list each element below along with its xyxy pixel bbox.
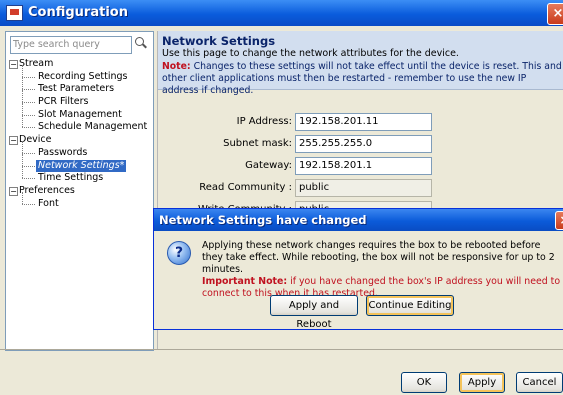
dialog-message: Applying these network changes requires …: [202, 240, 562, 300]
tree-item-test-parameters[interactable]: Test Parameters: [8, 77, 152, 96]
gateway-row: Gateway: 192.158.201.1: [158, 157, 563, 175]
note-label: Note:: [162, 61, 191, 72]
page-title: Network Settings: [162, 34, 276, 48]
collapse-icon[interactable]: −: [9, 186, 18, 196]
tree-item-label: PCR Filters: [38, 96, 89, 108]
window-close-icon[interactable]: ×: [547, 3, 563, 25]
continue-editing-button[interactable]: Continue Editing: [366, 295, 454, 316]
tree-item-label: Device: [19, 134, 52, 146]
tree-item-device[interactable]: − Device: [8, 134, 152, 147]
button-bar-divider: [0, 349, 563, 350]
dialog-title: Network Settings have changed: [159, 213, 367, 227]
tree-item-time-settings[interactable]: Time Settings: [8, 166, 152, 185]
note-text: Changes to these settings will not take …: [162, 61, 562, 96]
tree-item-label: Preferences: [19, 184, 75, 196]
tree-item-label: Test Parameters: [38, 83, 115, 95]
tree-item-label: Slot Management: [38, 108, 122, 120]
subnet-mask-label: Subnet mask:: [223, 138, 292, 149]
cancel-button[interactable]: Cancel: [516, 372, 563, 393]
dialog-close-icon[interactable]: ×: [555, 211, 563, 230]
dialog-titlebar: Network Settings have changed ×: [154, 209, 563, 231]
tree-item-label: Time Settings: [38, 172, 104, 184]
settings-tree: − Stream Recording Settings Test Paramet…: [8, 58, 152, 210]
subnet-mask-field[interactable]: 255.255.255.0: [295, 135, 432, 153]
apply-button[interactable]: Apply: [459, 372, 505, 393]
collapse-icon[interactable]: −: [9, 136, 18, 146]
read-community-field[interactable]: public: [295, 179, 432, 197]
dialog-message-text: Applying these network changes requires …: [202, 240, 555, 275]
page-note: Note: Changes to these settings will not…: [162, 61, 562, 97]
tree-item-stream[interactable]: − Stream: [8, 58, 152, 71]
tree-item-network-settings[interactable]: Network Settings*: [8, 153, 152, 173]
ip-address-label: IP Address:: [236, 116, 292, 127]
tree-item-pcr-filters[interactable]: PCR Filters: [8, 90, 152, 109]
settings-tree-panel: Type search query − Stream Recording Set…: [5, 31, 154, 351]
tree-item-label: Recording Settings: [38, 70, 128, 82]
tree-item-recording-settings[interactable]: Recording Settings: [8, 64, 152, 84]
tree-item-label: Stream: [19, 58, 54, 69]
tree-item-label: Schedule Management: [38, 121, 148, 133]
search-icon[interactable]: [134, 36, 148, 52]
ip-address-field[interactable]: 192.158.201.11: [295, 113, 432, 131]
read-community-label: Read Community :: [199, 182, 292, 193]
question-icon: ?: [167, 241, 191, 265]
tree-item-schedule-management[interactable]: Schedule Management: [8, 115, 152, 134]
collapse-icon[interactable]: −: [9, 60, 18, 69]
page-description: Use this page to change the network attr…: [162, 48, 459, 59]
tree-item-label: Passwords: [38, 146, 88, 158]
read-community-row: Read Community : public: [158, 179, 563, 197]
ip-address-row: IP Address: 192.158.201.11: [158, 113, 563, 131]
page-header: Network Settings Use this page to change…: [158, 31, 563, 96]
gateway-field[interactable]: 192.158.201.1: [295, 157, 432, 175]
apply-and-reboot-button[interactable]: Apply and Reboot: [270, 295, 358, 330]
important-note-label: Important Note:: [202, 276, 288, 287]
search-input[interactable]: Type search query: [10, 36, 132, 54]
window-title: Configuration: [28, 5, 128, 20]
tree-item-label: Network Settings*: [36, 159, 127, 173]
gateway-label: Gateway:: [245, 160, 292, 171]
window-titlebar: Configuration ×: [0, 0, 563, 26]
tree-item-passwords[interactable]: Passwords: [8, 140, 152, 160]
network-changed-dialog: Network Settings have changed × ? Applyi…: [153, 208, 563, 330]
tree-item-font[interactable]: Font: [8, 191, 152, 211]
app-icon: [6, 5, 23, 21]
tree-item-preferences[interactable]: − Preferences: [8, 185, 152, 198]
ok-button[interactable]: OK: [401, 372, 447, 393]
tree-item-slot-management[interactable]: Slot Management: [8, 102, 152, 122]
tree-item-label: Font: [38, 197, 59, 209]
subnet-mask-row: Subnet mask: 255.255.255.0: [158, 135, 563, 153]
